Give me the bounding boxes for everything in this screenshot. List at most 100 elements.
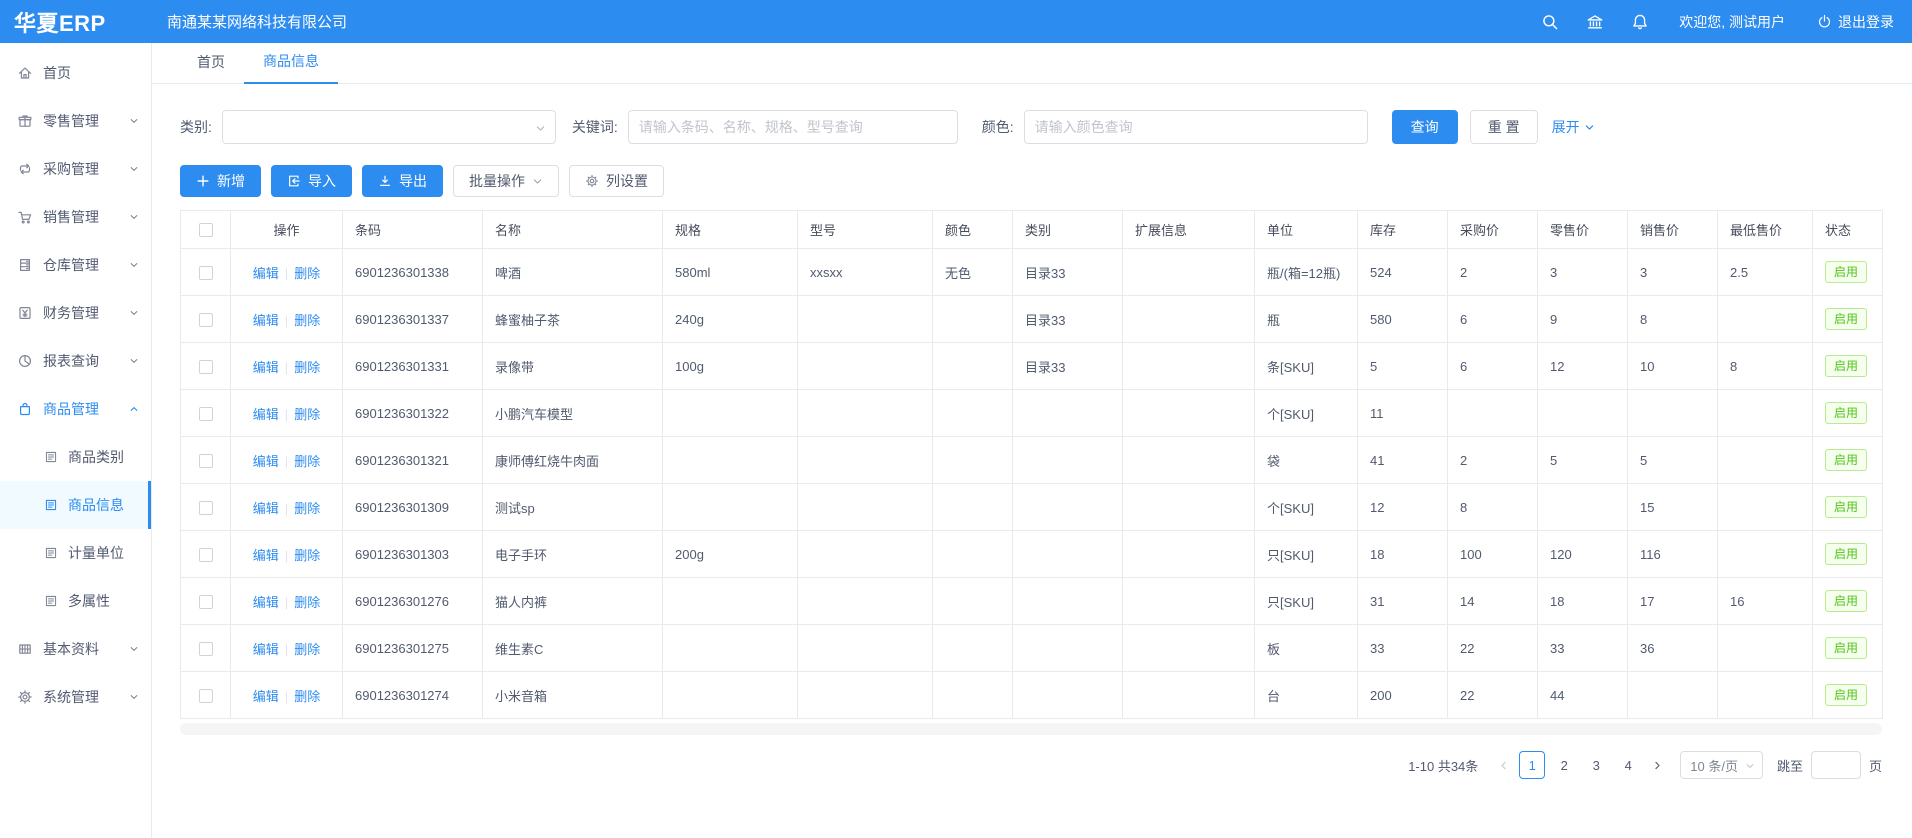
status-badge: 启用 (1825, 590, 1867, 612)
delete-link[interactable]: 删除 (294, 642, 320, 657)
sidebar-item-multi-attribute[interactable]: 多属性 (0, 577, 151, 625)
cell-purchase_price: 22 (1448, 625, 1538, 672)
tab-goods-info[interactable]: 商品信息 (244, 51, 338, 84)
page-number-4[interactable]: 4 (1615, 751, 1641, 779)
sidebar-item-retail[interactable]: 零售管理 (0, 97, 151, 145)
row-actions: 编辑|删除 (231, 484, 343, 531)
row-checkbox[interactable] (199, 266, 213, 280)
delete-link[interactable]: 删除 (294, 407, 320, 422)
prev-page-button[interactable] (1490, 751, 1516, 779)
reset-button[interactable]: 重 置 (1470, 110, 1538, 144)
delete-link[interactable]: 删除 (294, 501, 320, 516)
sidebar-item-goods-category[interactable]: 商品类别 (0, 433, 151, 481)
edit-link[interactable]: 编辑 (253, 407, 279, 422)
grid-icon (17, 641, 33, 657)
toolbar: 新增 导入 导出 批量操作 列设置 (180, 165, 1882, 197)
page-size-select[interactable]: 10 条/页 (1680, 751, 1763, 779)
edit-link[interactable]: 编辑 (253, 642, 279, 657)
add-button[interactable]: 新增 (180, 165, 261, 197)
edit-link[interactable]: 编辑 (253, 501, 279, 516)
import-button[interactable]: 导入 (271, 165, 352, 197)
delete-link[interactable]: 删除 (294, 454, 320, 469)
edit-link[interactable]: 编辑 (253, 548, 279, 563)
row-checkbox[interactable] (199, 548, 213, 562)
cell-name: 小米音箱 (483, 672, 663, 719)
cell-sale_price: 3 (1628, 249, 1718, 296)
status-badge: 启用 (1825, 355, 1867, 377)
row-checkbox[interactable] (199, 407, 213, 421)
row-checkbox[interactable] (199, 313, 213, 327)
keyword-input[interactable] (628, 110, 958, 144)
row-checkbox[interactable] (199, 689, 213, 703)
sidebar-item-purchase[interactable]: 采购管理 (0, 145, 151, 193)
row-checkbox[interactable] (199, 454, 213, 468)
status-badge: 启用 (1825, 684, 1867, 706)
column-settings-button[interactable]: 列设置 (569, 165, 664, 197)
cell-status: 启用 (1813, 390, 1883, 437)
cell-min_price (1718, 531, 1813, 578)
cell-name: 电子手环 (483, 531, 663, 578)
row-checkbox[interactable] (199, 595, 213, 609)
edit-link[interactable]: 编辑 (253, 266, 279, 281)
edit-link[interactable]: 编辑 (253, 595, 279, 610)
column-header: 状态 (1813, 211, 1883, 249)
sidebar-item-report[interactable]: 报表查询 (0, 337, 151, 385)
sidebar-item-finance[interactable]: 财务管理 (0, 289, 151, 337)
select-all-checkbox[interactable] (199, 223, 213, 237)
sidebar-item-goods[interactable]: 商品管理 (0, 385, 151, 433)
cell-model (798, 437, 933, 484)
delete-link[interactable]: 删除 (294, 313, 320, 328)
delete-link[interactable]: 删除 (294, 689, 320, 704)
category-select[interactable] (222, 110, 556, 144)
page-number-1[interactable]: 1 (1519, 751, 1545, 779)
table-header-row: 操作条码名称规格型号颜色类别扩展信息单位库存采购价零售价销售价最低售价状态 (181, 211, 1883, 249)
delete-link[interactable]: 删除 (294, 595, 320, 610)
sidebar-item-goods-info[interactable]: 商品信息 (0, 481, 151, 529)
cell-sale_price: 36 (1628, 625, 1718, 672)
logout-label: 退出登录 (1838, 12, 1894, 32)
next-page-button[interactable] (1644, 751, 1670, 779)
row-checkbox[interactable] (199, 501, 213, 515)
sidebar-item-sales[interactable]: 销售管理 (0, 193, 151, 241)
horizontal-scrollbar[interactable] (180, 723, 1882, 735)
column-header: 名称 (483, 211, 663, 249)
expand-link[interactable]: 展开 (1552, 117, 1595, 137)
color-input[interactable] (1024, 110, 1368, 144)
edit-link[interactable]: 编辑 (253, 454, 279, 469)
status-badge: 启用 (1825, 308, 1867, 330)
bell-icon[interactable] (1631, 13, 1649, 31)
sidebar-item-system[interactable]: 系统管理 (0, 673, 151, 721)
batch-actions-button[interactable]: 批量操作 (453, 165, 559, 197)
delete-link[interactable]: 删除 (294, 360, 320, 375)
table-row: 编辑|删除6901236301337蜂蜜柚子茶240g目录33瓶580698启用 (181, 296, 1883, 343)
search-icon[interactable] (1541, 13, 1559, 31)
page-number-3[interactable]: 3 (1583, 751, 1609, 779)
search-button[interactable]: 查询 (1392, 110, 1458, 144)
cell-min_price (1718, 437, 1813, 484)
sidebar-item-home[interactable]: 首页 (0, 49, 151, 97)
cell-status: 启用 (1813, 296, 1883, 343)
column-header: 规格 (663, 211, 798, 249)
edit-link[interactable]: 编辑 (253, 313, 279, 328)
tab-home[interactable]: 首页 (178, 52, 244, 83)
export-button[interactable]: 导出 (362, 165, 443, 197)
cell-stock: 31 (1358, 578, 1448, 625)
logout-button[interactable]: 退出登录 (1817, 12, 1894, 32)
page-number-2[interactable]: 2 (1551, 751, 1577, 779)
sidebar-item-measure-unit[interactable]: 计量单位 (0, 529, 151, 577)
sidebar-item-warehouse[interactable]: 仓库管理 (0, 241, 151, 289)
edit-link[interactable]: 编辑 (253, 689, 279, 704)
add-label: 新增 (217, 171, 245, 191)
delete-link[interactable]: 删除 (294, 266, 320, 281)
row-checkbox[interactable] (199, 642, 213, 656)
delete-link[interactable]: 删除 (294, 548, 320, 563)
cell-retail_price: 44 (1538, 672, 1628, 719)
sidebar-item-basic-data[interactable]: 基本资料 (0, 625, 151, 673)
page-jump-input[interactable] (1811, 751, 1861, 779)
bank-icon[interactable] (1586, 13, 1604, 31)
edit-link[interactable]: 编辑 (253, 360, 279, 375)
column-header: 类别 (1013, 211, 1123, 249)
cell-model: xxsxx (798, 249, 933, 296)
table-row: 编辑|删除6901236301338啤酒580mlxxsxx无色目录33瓶/(箱… (181, 249, 1883, 296)
row-checkbox[interactable] (199, 360, 213, 374)
